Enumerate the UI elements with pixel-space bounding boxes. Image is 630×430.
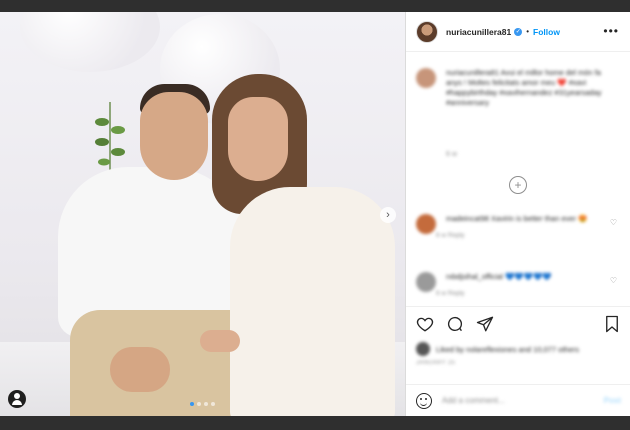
woman-face — [228, 97, 288, 181]
liker-avatar[interactable] — [416, 342, 430, 356]
man-hand — [110, 347, 170, 392]
load-more-comments-button[interactable]: + — [509, 176, 527, 194]
carousel-dot — [211, 402, 215, 406]
post-side-panel: nuriacunillera81 ✓ • Follow ••• nuriacun… — [405, 12, 630, 416]
comment-meta[interactable]: 6 w Reply — [436, 232, 606, 239]
user-tag-icon[interactable] — [8, 390, 26, 408]
like-heart-icon[interactable] — [416, 315, 434, 333]
woman-hand — [200, 330, 240, 352]
share-paper-plane-icon[interactable] — [476, 315, 494, 333]
carousel-dot — [190, 402, 194, 406]
avatar[interactable] — [416, 20, 438, 43]
comment-avatar[interactable] — [416, 272, 436, 292]
comment-input[interactable]: Add a comment... — [442, 396, 604, 405]
heart-icon[interactable]: ♡ — [610, 276, 617, 285]
caption-text: nuriacunillera81 Avui el millor home del… — [446, 68, 602, 107]
comment-body: madeincat98 Xavirin is better than ever … — [436, 214, 606, 239]
man-face — [140, 92, 208, 180]
carousel-dot — [204, 402, 208, 406]
carousel-dot — [197, 402, 201, 406]
bottom-bar — [0, 416, 630, 430]
comment-bubble-icon[interactable] — [446, 315, 464, 333]
comment-text: madeincat98 Xavirin is better than ever … — [446, 214, 588, 223]
post-photo[interactable]: › — [0, 12, 405, 416]
likes-text[interactable]: Liked by nolareflexiones and 10,077 othe… — [436, 345, 579, 354]
woman-dress — [230, 187, 395, 416]
more-options-icon[interactable]: ••• — [603, 24, 619, 38]
emoji-icon[interactable] — [416, 392, 432, 409]
comment-body: rxbdjsihal_official 💙💙💙💙💙 6 w Reply — [436, 272, 606, 297]
header-separator: • — [526, 27, 530, 36]
carousel-next-button[interactable]: › — [380, 207, 396, 223]
post-header: nuriacunillera81 ✓ • Follow ••• — [406, 12, 630, 52]
comment-meta[interactable]: 6 w Reply — [436, 290, 606, 297]
follow-button[interactable]: Follow — [533, 27, 560, 37]
caption: nuriacunillera81 Avui el millor home del… — [416, 68, 616, 108]
caption-avatar[interactable] — [416, 68, 436, 88]
likes-summary: Liked by nolareflexiones and 10,077 othe… — [416, 342, 579, 356]
plant-decoration — [95, 102, 125, 172]
post-actions — [406, 306, 630, 340]
bookmark-icon[interactable] — [603, 315, 621, 333]
post-date: JANUARY 25 — [416, 360, 456, 366]
verified-badge-icon: ✓ — [514, 27, 523, 36]
caption-timestamp: 6 w — [446, 151, 457, 158]
comment-item: madeincat98 Xavirin is better than ever … — [416, 214, 621, 239]
post-comment-button[interactable]: Post — [604, 396, 621, 405]
top-bar — [0, 0, 630, 12]
post-modal: › nuriacunillera81 ✓ • Follow ••• nuriac… — [0, 12, 630, 416]
comment-item: rxbdjsihal_official 💙💙💙💙💙 6 w Reply ♡ — [416, 272, 621, 297]
heart-icon[interactable]: ♡ — [610, 218, 617, 227]
comment-avatar[interactable] — [416, 214, 436, 234]
comment-text: rxbdjsihal_official 💙💙💙💙💙 — [446, 272, 552, 281]
username-link[interactable]: nuriacunillera81 — [446, 27, 511, 37]
screenshot-frame: › nuriacunillera81 ✓ • Follow ••• nuriac… — [0, 0, 630, 430]
carousel-dots — [190, 402, 215, 406]
comment-composer: Add a comment... Post — [406, 384, 630, 416]
